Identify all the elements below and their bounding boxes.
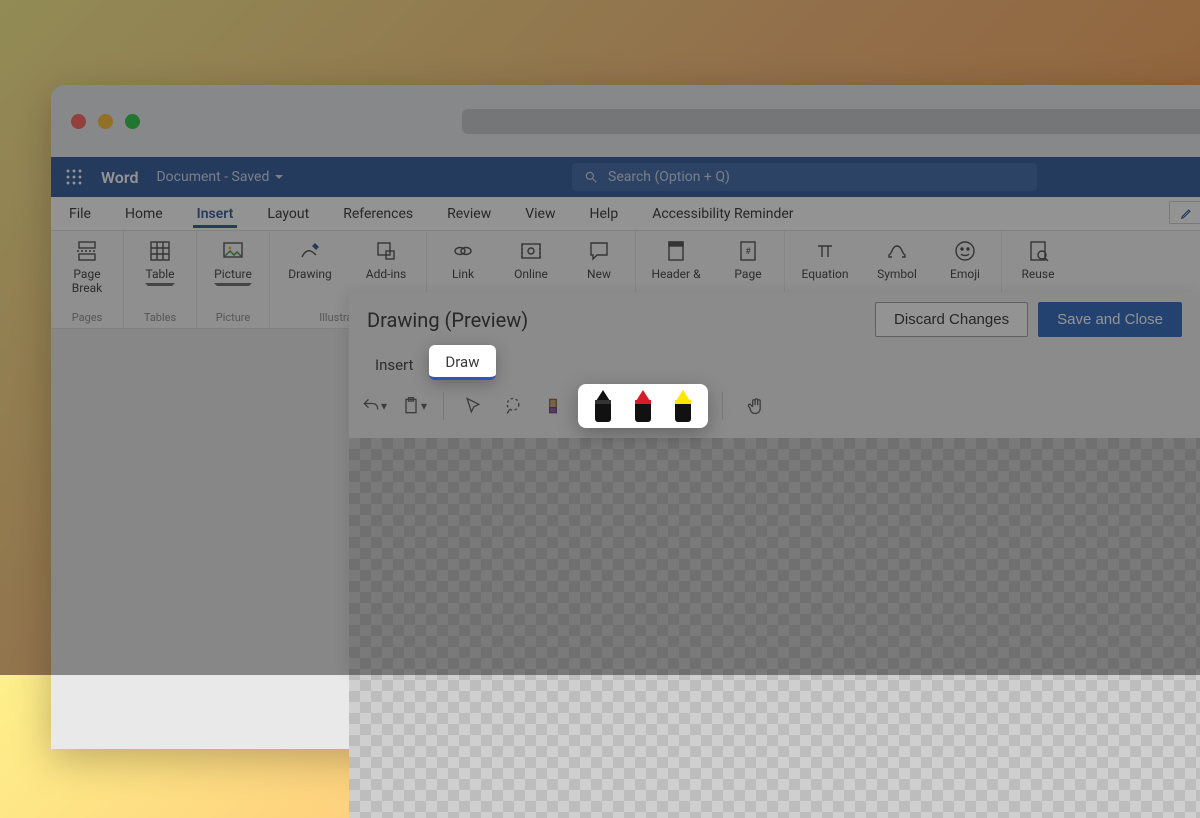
tab-layout[interactable]: Layout — [263, 200, 313, 228]
tab-insert[interactable]: Insert — [193, 200, 238, 228]
equation-button[interactable]: Equation — [795, 235, 855, 281]
document-status[interactable]: Document - Saved — [156, 169, 283, 185]
reuse-icon — [1026, 239, 1050, 263]
drawing-tab-insert[interactable]: Insert — [359, 348, 429, 380]
link-button[interactable]: Link — [437, 235, 489, 281]
close-window-button[interactable] — [71, 114, 86, 129]
drawing-icon — [298, 239, 322, 263]
eraser-icon — [543, 396, 563, 416]
editing-mode-button[interactable]: Editing — [1169, 201, 1200, 224]
comment-icon — [587, 239, 611, 263]
emoji-icon — [953, 239, 977, 263]
header-footer-button[interactable]: Header & — [646, 235, 706, 281]
reuse-files-button[interactable]: Reuse — [1012, 235, 1064, 281]
search-input[interactable]: Search (Option + Q) — [572, 163, 1037, 191]
symbol-button[interactable]: Symbol — [871, 235, 923, 281]
tab-accessibility[interactable]: Accessibility Reminder — [648, 200, 797, 228]
drawing-canvas[interactable] — [349, 438, 1200, 818]
svg-text:#: # — [745, 247, 751, 257]
page-number-button[interactable]: # Page — [722, 235, 774, 281]
tab-help[interactable]: Help — [586, 200, 623, 228]
online-video-button[interactable]: Online — [505, 235, 557, 281]
tab-review[interactable]: Review — [443, 200, 495, 228]
table-button[interactable]: Table — [134, 235, 186, 289]
tab-view[interactable]: View — [521, 200, 559, 228]
hand-icon — [746, 396, 766, 416]
search-icon — [584, 170, 598, 184]
maximize-window-button[interactable] — [125, 114, 140, 129]
save-and-close-button[interactable]: Save and Close — [1038, 302, 1182, 337]
page-break-button[interactable]: Page Break — [61, 235, 113, 295]
group-pages: Pages — [61, 311, 113, 326]
cursor-icon — [463, 396, 483, 416]
minimize-window-button[interactable] — [98, 114, 113, 129]
addins-button[interactable]: Add-ins — [356, 235, 416, 281]
addins-icon — [374, 239, 398, 263]
window-controls — [71, 114, 140, 129]
group-picture: Picture — [207, 311, 259, 326]
lasso-icon — [503, 396, 523, 416]
tab-file[interactable]: File — [65, 200, 95, 228]
eraser-tool[interactable] — [538, 388, 568, 424]
search-placeholder: Search (Option + Q) — [608, 169, 730, 185]
drawing-tab-draw[interactable]: Draw — [429, 345, 495, 380]
paste-button[interactable]: ▾ — [399, 388, 429, 424]
clipboard-icon — [401, 396, 421, 416]
table-icon — [148, 239, 172, 263]
drawing-button[interactable]: Drawing — [280, 235, 340, 281]
lasso-tool[interactable] — [498, 388, 528, 424]
highlighter-yellow[interactable] — [672, 390, 694, 422]
page-number-icon: # — [736, 239, 760, 263]
link-icon — [451, 239, 475, 263]
address-bar[interactable] — [462, 109, 1200, 134]
discard-changes-button[interactable]: Discard Changes — [875, 302, 1028, 337]
picture-icon — [221, 239, 245, 263]
ribbon-tabs: File Home Insert Layout References Revie… — [51, 197, 1200, 231]
group-tables: Tables — [134, 311, 186, 326]
page-break-icon — [75, 239, 99, 263]
emoji-button[interactable]: Emoji — [939, 235, 991, 281]
select-tool[interactable] — [458, 388, 488, 424]
pen-red[interactable] — [632, 390, 654, 422]
header-icon — [664, 239, 688, 263]
app-name: Word — [101, 168, 138, 187]
tab-references[interactable]: References — [339, 200, 417, 228]
drawing-panel-title: Drawing (Preview) — [367, 308, 865, 332]
tab-home[interactable]: Home — [121, 200, 167, 228]
undo-button[interactable]: ▾ — [359, 388, 389, 424]
omega-icon — [885, 239, 909, 263]
pi-icon — [813, 239, 837, 263]
drawing-panel: Drawing (Preview) Discard Changes Save a… — [349, 292, 1200, 675]
undo-icon — [361, 396, 381, 416]
pen-black[interactable] — [592, 390, 614, 422]
picture-button[interactable]: Picture — [207, 235, 259, 289]
video-icon — [519, 239, 543, 263]
word-title-bar: Word Document - Saved Search (Option + Q… — [51, 157, 1200, 197]
pen-gallery — [578, 384, 708, 428]
app-launcher-icon[interactable] — [65, 168, 83, 186]
new-comment-button[interactable]: New — [573, 235, 625, 281]
pencil-icon — [1180, 206, 1194, 220]
touch-draw-toggle[interactable] — [737, 388, 767, 424]
browser-titlebar — [51, 85, 1200, 157]
